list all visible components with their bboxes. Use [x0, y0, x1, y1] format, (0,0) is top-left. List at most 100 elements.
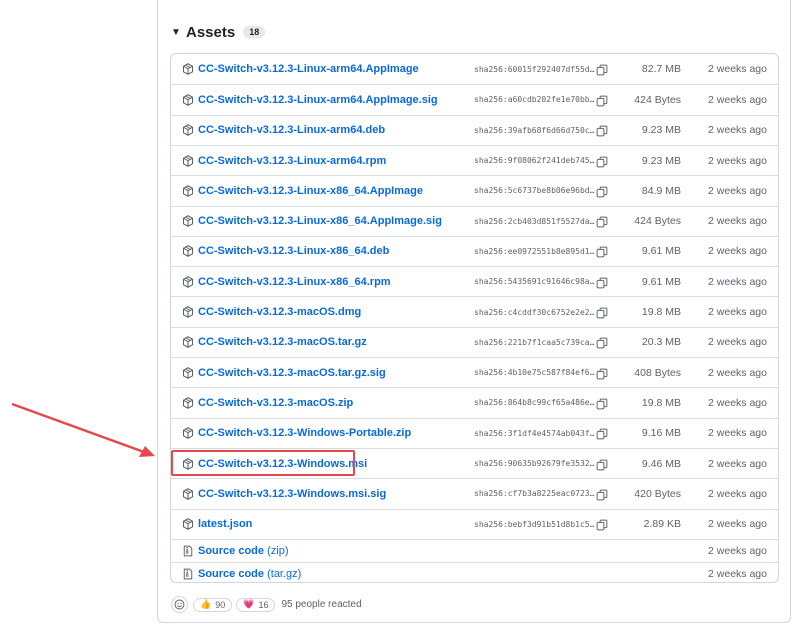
asset-download-link[interactable]: CC-Switch-v3.12.3-Linux-arm64.deb: [198, 124, 385, 136]
smiley-icon: [174, 599, 185, 610]
assets-header[interactable]: ▼ Assets 18: [171, 22, 266, 42]
asset-date: 2 weeks ago: [708, 396, 767, 409]
asset-row: CC-Switch-v3.12.3-macOS.dmg sha256:c4cddf…: [171, 296, 778, 326]
asset-size: 408 Bytes: [634, 366, 681, 379]
asset-sha: sha256:9f08062f241deb745…: [474, 156, 595, 166]
package-icon: [181, 366, 195, 380]
copy-icon[interactable]: [596, 488, 608, 501]
asset-sha: sha256:bebf3d91b51d8b1c5…: [474, 519, 595, 529]
package-icon: [181, 123, 195, 137]
copy-icon[interactable]: [596, 397, 608, 410]
asset-size: 9.61 MB: [641, 275, 681, 288]
asset-size: 424 Bytes: [634, 93, 681, 106]
copy-icon[interactable]: [596, 336, 608, 349]
thumbs-up-icon: 👍: [200, 599, 212, 609]
asset-sha: sha256:221b7f1caa5c739ca…: [474, 337, 595, 347]
copy-icon[interactable]: [596, 276, 608, 289]
asset-row: CC-Switch-v3.12.3-Windows.msi.sig sha256:…: [171, 478, 778, 508]
asset-row: CC-Switch-v3.12.3-macOS.zip sha256:864b8c…: [171, 387, 778, 417]
asset-download-link[interactable]: CC-Switch-v3.12.3-Linux-x86_64.rpm: [198, 276, 391, 288]
asset-download-link[interactable]: latest.json: [198, 518, 252, 530]
asset-download-link[interactable]: CC-Switch-v3.12.3-Linux-arm64.AppImage.s…: [198, 94, 438, 106]
asset-sha: sha256:5c6737be8b06e96bd…: [474, 186, 595, 196]
asset-date: 2 weeks ago: [708, 245, 767, 258]
asset-row: CC-Switch-v3.12.3-Linux-x86_64.AppImage s…: [171, 175, 778, 205]
source-code-row: Source code (zip) 2 weeks ago: [171, 538, 778, 562]
asset-date: 2 weeks ago: [708, 544, 767, 557]
copy-icon[interactable]: [596, 518, 608, 531]
copy-icon[interactable]: [596, 124, 608, 137]
asset-sha: sha256:c4cddf30c6752e2e2…: [474, 307, 595, 317]
collapse-caret-icon[interactable]: ▼: [171, 27, 185, 38]
asset-row: CC-Switch-v3.12.3-Linux-arm64.rpm sha256:…: [171, 144, 778, 175]
asset-download-link[interactable]: CC-Switch-v3.12.3-macOS.zip: [198, 397, 353, 409]
copy-icon[interactable]: [596, 155, 608, 167]
asset-date: 2 weeks ago: [708, 487, 767, 500]
asset-row: CC-Switch-v3.12.3-macOS.tar.gz sha256:221…: [171, 326, 778, 357]
asset-sha: sha256:cf7b3a8225eac0723…: [474, 489, 595, 499]
asset-sha: sha256:4b10e75c587f84ef6…: [474, 368, 595, 378]
asset-size: 84.9 MB: [641, 184, 681, 197]
annotation-highlight-box: [171, 450, 355, 476]
asset-sha: sha256:5435691c91646c98a…: [474, 277, 595, 287]
asset-sha: sha256:ee0972551b8e895d1…: [474, 246, 595, 256]
copy-icon[interactable]: [596, 185, 608, 198]
package-icon: [181, 517, 195, 531]
asset-download-link[interactable]: CC-Switch-v3.12.3-Linux-x86_64.deb: [198, 245, 389, 257]
asset-download-link[interactable]: CC-Switch-v3.12.3-macOS.tar.gz: [198, 336, 367, 348]
copy-icon[interactable]: [596, 427, 608, 440]
asset-row: CC-Switch-v3.12.3-Windows-Portable.zip sh…: [171, 417, 778, 448]
asset-size: 9.23 MB: [641, 154, 681, 167]
copy-icon[interactable]: [596, 63, 608, 76]
package-icon: [181, 184, 195, 198]
heart-count: 16: [258, 599, 269, 610]
asset-date: 2 weeks ago: [708, 366, 767, 379]
source-code-row: Source code (tar.gz) 2 weeks ago: [171, 561, 778, 582]
asset-size: 9.61 MB: [641, 245, 681, 258]
package-icon: [181, 214, 195, 228]
file-zip-icon: [181, 567, 195, 581]
copy-icon[interactable]: [596, 245, 608, 258]
asset-row: latest.json sha256:bebf3d91b51d8b1c5… 2.89…: [171, 508, 778, 539]
asset-size: 82.7 MB: [641, 63, 681, 76]
asset-download-link[interactable]: CC-Switch-v3.12.3-Windows-Portable.zip: [198, 427, 411, 439]
asset-download-link[interactable]: CC-Switch-v3.12.3-Linux-arm64.rpm: [198, 155, 386, 167]
thumbs-up-reaction[interactable]: 👍 90: [193, 597, 233, 612]
source-code-link[interactable]: Source code (zip): [198, 545, 288, 557]
add-reaction-button[interactable]: [171, 596, 188, 613]
package-icon: [181, 275, 195, 289]
asset-sha: sha256:864b8c99cf65a486e…: [474, 398, 595, 408]
copy-icon[interactable]: [596, 458, 608, 470]
asset-date: 2 weeks ago: [708, 275, 767, 288]
asset-row: CC-Switch-v3.12.3-Linux-x86_64.rpm sha256…: [171, 266, 778, 296]
asset-download-link[interactable]: CC-Switch-v3.12.3-macOS.dmg: [198, 306, 361, 318]
asset-download-link[interactable]: CC-Switch-v3.12.3-Linux-x86_64.AppImage.…: [198, 215, 442, 227]
asset-row: CC-Switch-v3.12.3-Linux-arm64.deb sha256:…: [171, 114, 778, 145]
reactions-summary[interactable]: 95 people reacted: [281, 599, 361, 610]
copy-icon[interactable]: [596, 367, 608, 380]
asset-date: 2 weeks ago: [708, 93, 767, 106]
package-icon: [181, 487, 195, 501]
asset-row: CC-Switch-v3.12.3-Linux-arm64.AppImage.s…: [171, 84, 778, 114]
copy-icon[interactable]: [596, 94, 608, 107]
package-icon: [181, 244, 195, 258]
asset-date: 2 weeks ago: [708, 518, 767, 531]
source-code-link[interactable]: Source code (tar.gz): [198, 568, 301, 580]
thumbs-up-count: 90: [215, 599, 226, 610]
copy-icon[interactable]: [596, 215, 608, 228]
copy-icon[interactable]: [596, 306, 608, 319]
assets-list: CC-Switch-v3.12.3-Linux-arm64.AppImage sh…: [170, 53, 779, 583]
asset-sha: sha256:90635b92679fe3532…: [474, 459, 595, 469]
asset-date: 2 weeks ago: [708, 124, 767, 137]
asset-size: 2.89 KB: [643, 518, 681, 531]
heart-reaction[interactable]: 💗 16: [236, 597, 276, 612]
asset-row: CC-Switch-v3.12.3-macOS.tar.gz.sig sha256…: [171, 357, 778, 387]
assets-title: Assets: [186, 23, 236, 41]
asset-download-link[interactable]: CC-Switch-v3.12.3-Linux-arm64.AppImage: [198, 63, 419, 75]
asset-download-link[interactable]: CC-Switch-v3.12.3-macOS.tar.gz.sig: [198, 367, 386, 379]
asset-download-link[interactable]: CC-Switch-v3.12.3-Windows.msi.sig: [198, 488, 386, 500]
asset-download-link[interactable]: CC-Switch-v3.12.3-Linux-x86_64.AppImage: [198, 185, 423, 197]
asset-date: 2 weeks ago: [708, 184, 767, 197]
asset-size: 420 Bytes: [634, 487, 681, 500]
asset-sha: sha256:2cb403d851f5527da…: [474, 216, 595, 226]
